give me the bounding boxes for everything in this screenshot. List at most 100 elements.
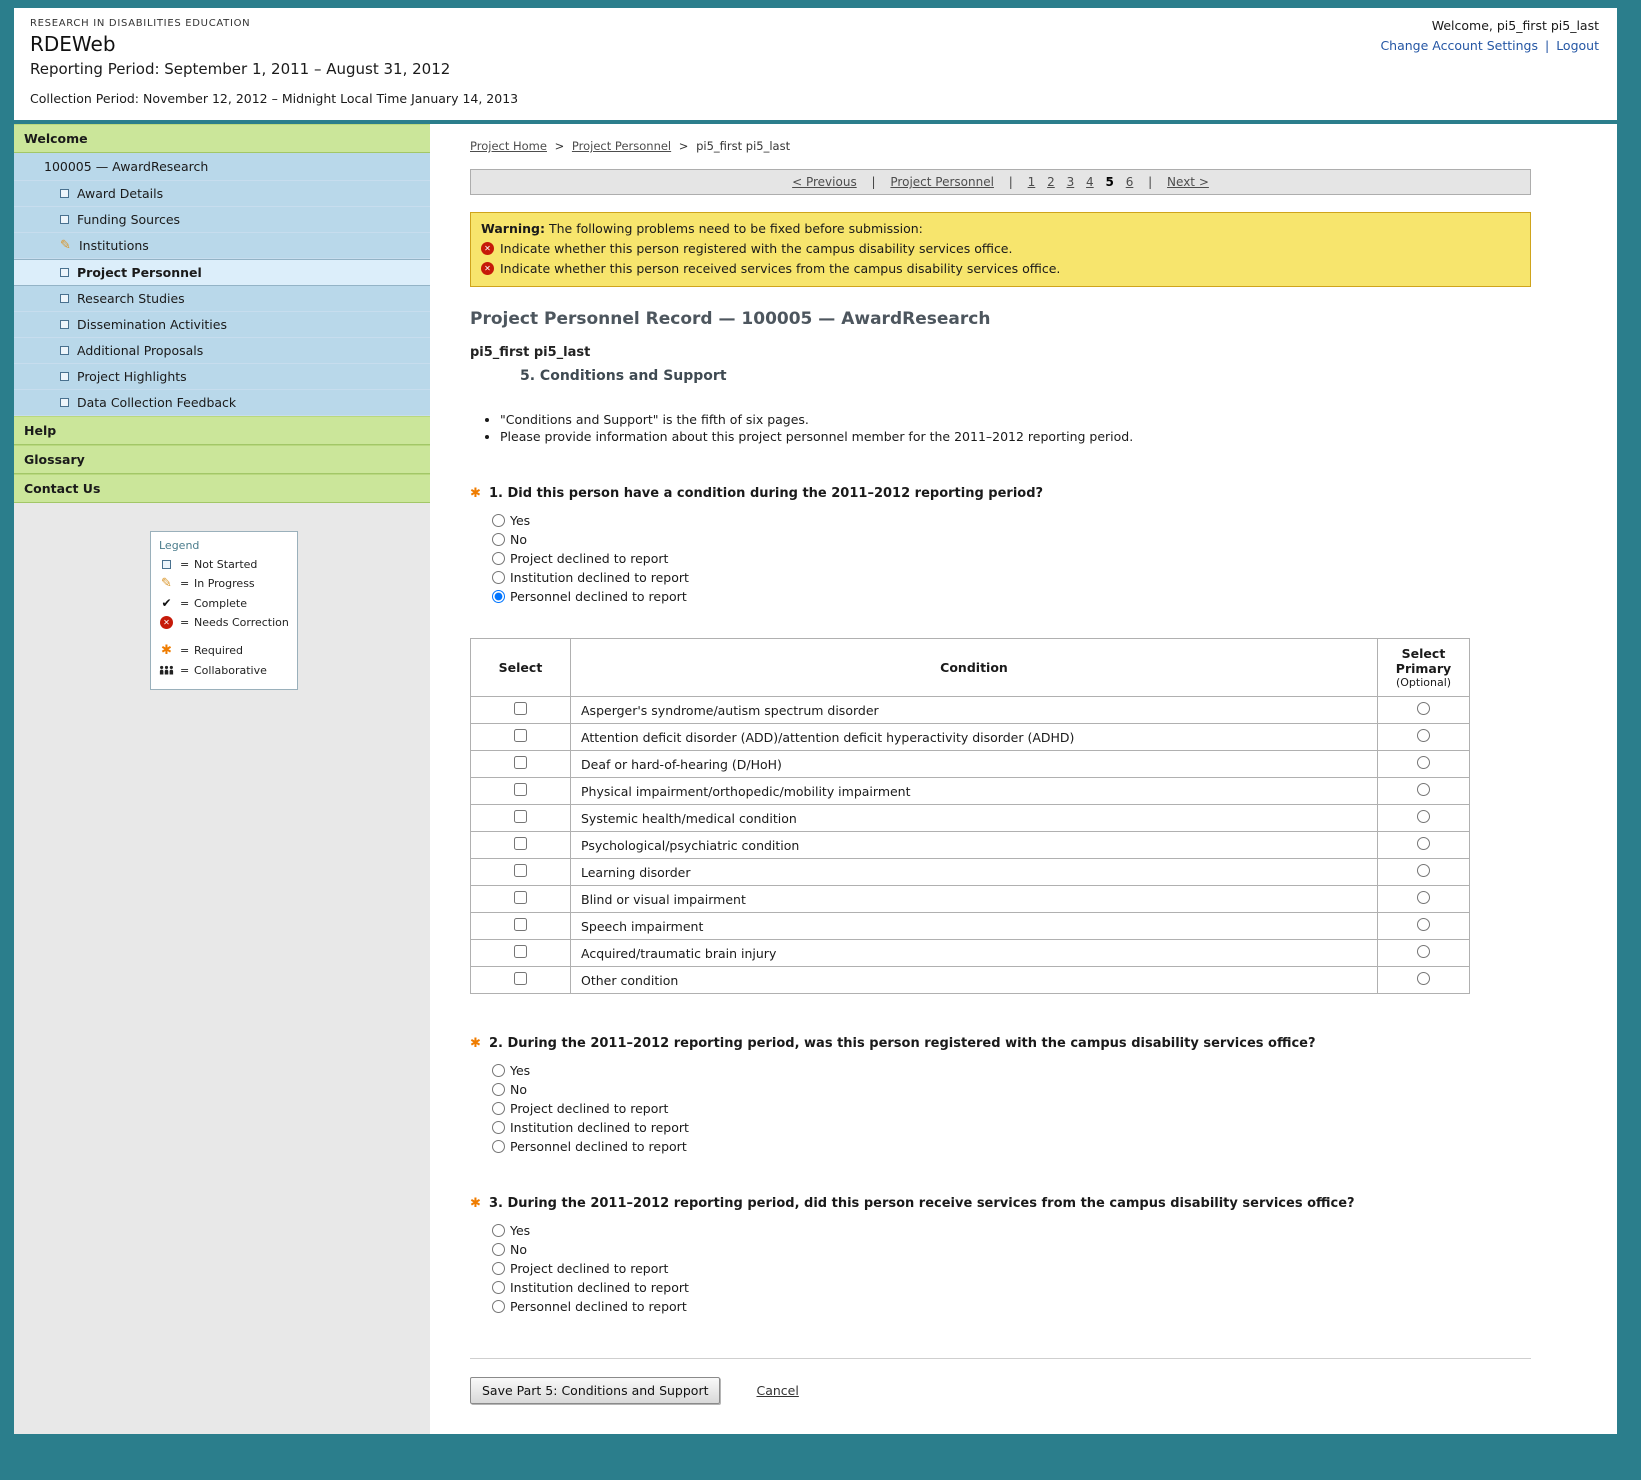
q2-personnel-declined-radio[interactable] (492, 1140, 505, 1153)
primary-condition-radio[interactable] (1417, 891, 1430, 904)
sidebar-item-additional-proposals[interactable]: Additional Proposals (14, 338, 430, 364)
cancel-link[interactable]: Cancel (756, 1383, 798, 1398)
radio-label: Project declined to report (510, 1261, 668, 1276)
q1-option-personnel-declined[interactable]: Personnel declined to report (492, 589, 687, 604)
sidebar-item-award-details[interactable]: Award Details (14, 181, 430, 207)
sidebar-item-award[interactable]: 100005 — AwardResearch (14, 153, 430, 181)
page-2-link[interactable]: 2 (1047, 175, 1055, 189)
page-6-link[interactable]: 6 (1126, 175, 1134, 189)
radio-label: Institution declined to report (510, 570, 689, 585)
q3-option-yes[interactable]: Yes (492, 1223, 530, 1238)
primary-condition-radio[interactable] (1417, 756, 1430, 769)
sidebar-item-institutions[interactable]: ✎ Institutions (14, 233, 430, 259)
save-button[interactable]: Save Part 5: Conditions and Support (470, 1377, 720, 1404)
condition-checkbox[interactable] (514, 702, 527, 715)
primary-condition-radio[interactable] (1417, 972, 1430, 985)
q2-option-institution-declined[interactable]: Institution declined to report (492, 1120, 689, 1135)
sidebar-item-label: Welcome (24, 131, 88, 146)
condition-label: Physical impairment/orthopedic/mobility … (571, 778, 1378, 805)
breadcrumb-project-home-link[interactable]: Project Home (470, 139, 547, 153)
primary-condition-radio[interactable] (1417, 729, 1430, 742)
sidebar-item-funding-sources[interactable]: Funding Sources (14, 207, 430, 233)
q3-option-project-declined[interactable]: Project declined to report (492, 1261, 668, 1276)
condition-checkbox[interactable] (514, 945, 527, 958)
q3-project-declined-radio[interactable] (492, 1262, 505, 1275)
q3-yes-radio[interactable] (492, 1224, 505, 1237)
table-row: Speech impairment (471, 913, 1470, 940)
page-1-link[interactable]: 1 (1028, 175, 1036, 189)
change-account-settings-link[interactable]: Change Account Settings (1380, 38, 1538, 53)
required-asterisk-icon: ✱ (161, 643, 172, 658)
primary-condition-radio[interactable] (1417, 945, 1430, 958)
q2-option-personnel-declined[interactable]: Personnel declined to report (492, 1139, 687, 1154)
table-row: Attention deficit disorder (ADD)/attenti… (471, 724, 1470, 751)
condition-checkbox[interactable] (514, 756, 527, 769)
radio-label: No (510, 1242, 527, 1257)
condition-checkbox[interactable] (514, 891, 527, 904)
condition-checkbox[interactable] (514, 837, 527, 850)
condition-checkbox[interactable] (514, 918, 527, 931)
primary-condition-radio[interactable] (1417, 864, 1430, 877)
radio-label: No (510, 1082, 527, 1097)
previous-page-link[interactable]: < Previous (792, 175, 857, 189)
condition-checkbox[interactable] (514, 810, 527, 823)
primary-condition-radio[interactable] (1417, 783, 1430, 796)
condition-checkbox[interactable] (514, 864, 527, 877)
sidebar-item-welcome[interactable]: Welcome (14, 124, 430, 153)
page-3-link[interactable]: 3 (1067, 175, 1075, 189)
sidebar-item-project-personnel[interactable]: Project Personnel (14, 259, 430, 286)
q3-option-personnel-declined[interactable]: Personnel declined to report (492, 1299, 687, 1314)
primary-condition-radio[interactable] (1417, 918, 1430, 931)
q1-option-no[interactable]: No (492, 532, 527, 547)
sidebar-item-label: Award Details (77, 186, 163, 201)
condition-label: Blind or visual impairment (571, 886, 1378, 913)
link-separator: | (1545, 38, 1549, 53)
primary-cell (1378, 832, 1470, 859)
needs-correction-error-icon: ✕ (160, 616, 173, 629)
breadcrumb-project-personnel-link[interactable]: Project Personnel (572, 139, 671, 153)
q1-option-institution-declined[interactable]: Institution declined to report (492, 570, 689, 585)
primary-condition-radio[interactable] (1417, 837, 1430, 850)
sidebar-item-contact-us[interactable]: Contact Us (14, 474, 430, 503)
next-page-link[interactable]: Next > (1167, 175, 1209, 189)
q1-no-radio[interactable] (492, 533, 505, 546)
pager-section-link[interactable]: Project Personnel (890, 175, 994, 189)
q3-option-institution-declined[interactable]: Institution declined to report (492, 1280, 689, 1295)
q3-institution-declined-radio[interactable] (492, 1281, 505, 1294)
logout-link[interactable]: Logout (1556, 38, 1599, 53)
equals-sign: = (180, 644, 188, 657)
table-row: Psychological/psychiatric condition (471, 832, 1470, 859)
q2-institution-declined-radio[interactable] (492, 1121, 505, 1134)
q2-option-no[interactable]: No (492, 1082, 527, 1097)
q1-yes-radio[interactable] (492, 514, 505, 527)
sidebar-item-label: Help (24, 423, 56, 438)
q1-option-project-declined[interactable]: Project declined to report (492, 551, 668, 566)
condition-checkbox[interactable] (514, 729, 527, 742)
q1-option-yes[interactable]: Yes (492, 513, 530, 528)
sidebar-item-help[interactable]: Help (14, 416, 430, 445)
page-4-link[interactable]: 4 (1086, 175, 1094, 189)
sidebar-item-research-studies[interactable]: Research Studies (14, 286, 430, 312)
legend-icon-cell: ✕ (159, 616, 174, 629)
sidebar-item-glossary[interactable]: Glossary (14, 445, 430, 474)
q3-personnel-declined-radio[interactable] (492, 1300, 505, 1313)
q3-option-no[interactable]: No (492, 1242, 527, 1257)
q1-personnel-declined-radio[interactable] (492, 590, 505, 603)
condition-checkbox[interactable] (514, 783, 527, 796)
primary-cell (1378, 751, 1470, 778)
q2-yes-radio[interactable] (492, 1064, 505, 1077)
q1-institution-declined-radio[interactable] (492, 571, 505, 584)
sidebar-item-dissemination-activities[interactable]: Dissemination Activities (14, 312, 430, 338)
primary-condition-radio[interactable] (1417, 702, 1430, 715)
primary-condition-radio[interactable] (1417, 810, 1430, 823)
not-started-checkbox-icon (60, 372, 69, 381)
q2-no-radio[interactable] (492, 1083, 505, 1096)
q1-project-declined-radio[interactable] (492, 552, 505, 565)
sidebar-item-data-collection-feedback[interactable]: Data Collection Feedback (14, 390, 430, 416)
condition-checkbox[interactable] (514, 972, 527, 985)
q2-project-declined-radio[interactable] (492, 1102, 505, 1115)
sidebar-item-project-highlights[interactable]: Project Highlights (14, 364, 430, 390)
q2-option-project-declined[interactable]: Project declined to report (492, 1101, 668, 1116)
q3-no-radio[interactable] (492, 1243, 505, 1256)
q2-option-yes[interactable]: Yes (492, 1063, 530, 1078)
